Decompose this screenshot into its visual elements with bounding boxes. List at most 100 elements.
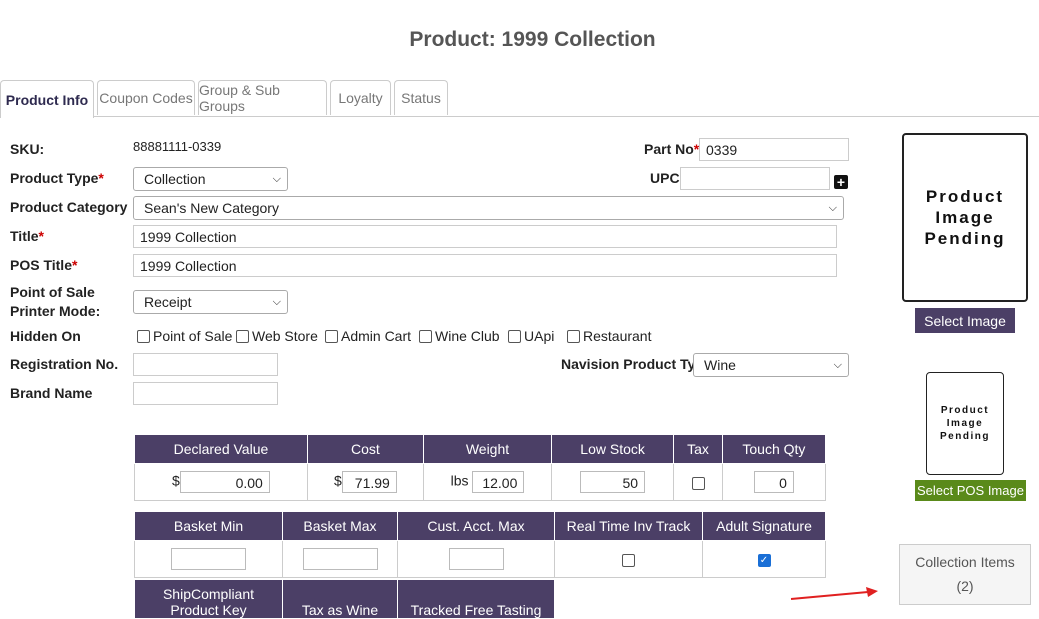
- basket-max-input[interactable]: [302, 548, 378, 570]
- select-pos-image-button[interactable]: Select POS Image: [915, 480, 1026, 501]
- part-no-label: Part No*: [644, 141, 700, 157]
- touch-qty-input[interactable]: 0: [753, 471, 794, 493]
- real-time-inv-track-cell: [554, 540, 703, 578]
- tab-loyalty[interactable]: Loyalty: [330, 80, 391, 115]
- product-category-select[interactable]: Sean's New Category ⌵: [133, 196, 844, 220]
- product-category-label: Product Category: [10, 199, 128, 215]
- registration-no-input[interactable]: [133, 353, 278, 376]
- pos-printer-mode-value: Receipt: [144, 294, 192, 310]
- hidden-on-uapi-option[interactable]: UApi: [508, 328, 554, 344]
- option-label: Web Store: [252, 328, 318, 344]
- chevron-down-icon: ⌵: [828, 201, 837, 214]
- checkbox[interactable]: [419, 329, 432, 343]
- title-input[interactable]: 1999 Collection: [133, 225, 837, 248]
- tab-group-sub-groups[interactable]: Group & Sub Groups: [198, 80, 327, 115]
- tracked-free-tasting-header: Tracked Free Tasting: [397, 579, 555, 619]
- declared-value-header: Declared Value: [134, 434, 308, 464]
- pos-title-label: POS Title*: [10, 257, 78, 273]
- stock-pricing-table: Declared Value Cost Weight Low Stock Tax…: [134, 434, 827, 501]
- cost-input[interactable]: 71.99: [341, 471, 397, 493]
- touch-qty-cell: 0: [721, 463, 827, 501]
- cust-acct-max-cell: [397, 540, 555, 578]
- basket-limits-table: Basket Min Basket Max Cust. Acct. Max Re…: [134, 511, 826, 578]
- product-type-select[interactable]: Collection ⌵: [133, 167, 288, 191]
- brand-name-label: Brand Name: [10, 385, 93, 401]
- basket-min-input[interactable]: [171, 548, 246, 570]
- low-stock-input[interactable]: 50: [580, 471, 646, 493]
- product-category-value: Sean's New Category: [144, 200, 279, 216]
- currency-label: $: [172, 472, 180, 489]
- checkbox[interactable]: [325, 329, 338, 343]
- basket-max-header: Basket Max: [282, 511, 398, 541]
- weight-cell: lbs 12.00: [423, 463, 552, 501]
- tax-header: Tax: [673, 434, 723, 464]
- cost-cell: $71.99: [306, 463, 425, 501]
- declared-value-cell: $0.00: [134, 463, 308, 501]
- cost-header: Cost: [306, 434, 425, 464]
- upc-input[interactable]: [680, 167, 830, 190]
- basket-min-cell: [134, 540, 283, 578]
- hidden-on-label: Hidden On: [10, 328, 81, 344]
- checkbox[interactable]: [137, 329, 150, 343]
- cust-acct-max-header: Cust. Acct. Max: [397, 511, 555, 541]
- product-type-label: Product Type*: [10, 170, 104, 186]
- brand-name-input[interactable]: [133, 382, 278, 405]
- pos-image-placeholder: Product Image Pending: [926, 372, 1004, 475]
- pos-printer-mode-label: Point of Sale Printer Mode:: [10, 284, 101, 319]
- navision-product-type-label: Navision Product Type: [561, 356, 712, 372]
- tax-as-wine-header: Tax as Wine: [282, 579, 398, 619]
- pos-printer-mode-select[interactable]: Receipt ⌵: [133, 290, 288, 314]
- tab-coupon-codes[interactable]: Coupon Codes: [97, 80, 195, 115]
- option-label: Restaurant: [583, 328, 652, 344]
- weight-input[interactable]: 12.00: [472, 471, 525, 493]
- page-title: Product: 1999 Collection: [409, 28, 656, 51]
- tax-cell: [673, 463, 723, 501]
- checkbox[interactable]: [236, 329, 249, 343]
- product-type-value: Collection: [144, 171, 206, 187]
- tab-bar: Product Info Coupon Codes Group & Sub Gr…: [0, 80, 1039, 118]
- tax-checkbox[interactable]: [691, 476, 705, 490]
- tab-product-info[interactable]: Product Info: [0, 80, 94, 118]
- adult-signature-checkbox[interactable]: ✓: [757, 553, 771, 567]
- adult-signature-header: Adult Signature: [702, 511, 826, 541]
- hidden-on-wine-club-option[interactable]: Wine Club: [419, 328, 500, 344]
- checkbox[interactable]: [567, 329, 580, 343]
- chevron-down-icon: ⌵: [272, 295, 281, 308]
- cust-acct-max-input[interactable]: [448, 548, 504, 570]
- collection-items-button[interactable]: Collection Items (2): [899, 544, 1031, 605]
- hidden-on-admin-cart-option[interactable]: Admin Cart: [325, 328, 411, 344]
- add-upc-plus-icon[interactable]: +: [834, 175, 848, 189]
- option-label: Point of Sale: [153, 328, 233, 344]
- red-arrow-annotation: [790, 587, 878, 600]
- pos-title-input[interactable]: 1999 Collection: [133, 254, 837, 277]
- real-time-inv-track-checkbox[interactable]: [622, 553, 635, 567]
- part-no-input[interactable]: 0339: [699, 138, 849, 161]
- currency-label: $: [334, 472, 342, 489]
- basket-min-header: Basket Min: [134, 511, 283, 541]
- hidden-on-restaurant-option[interactable]: Restaurant: [567, 328, 651, 344]
- sku-label: SKU:: [10, 141, 45, 157]
- shipcompliant-product-key-header: ShipCompliant Product Key: [134, 579, 283, 619]
- chevron-down-icon: ⌵: [833, 358, 842, 371]
- checkbox[interactable]: [508, 329, 521, 343]
- option-label: Wine Club: [435, 328, 500, 344]
- hidden-on-pos-option[interactable]: Point of Sale: [137, 328, 232, 344]
- collection-items-label: Collection Items: [915, 554, 1015, 570]
- option-label: Admin Cart: [341, 328, 412, 344]
- declared-value-input[interactable]: 0.00: [179, 471, 270, 493]
- navision-product-type-select[interactable]: Wine ⌵: [693, 353, 849, 377]
- title-label: Title*: [10, 228, 44, 244]
- sku-value: 88881111-0339: [133, 139, 222, 154]
- real-time-inv-track-header: Real Time Inv Track: [554, 511, 703, 541]
- adult-signature-cell: ✓: [702, 540, 826, 578]
- chevron-down-icon: ⌵: [272, 172, 281, 185]
- shipping-options-table: ShipCompliant Product Key Tax as Wine Tra…: [134, 579, 555, 619]
- product-image-placeholder: Product Image Pending: [902, 133, 1028, 302]
- hidden-on-web-store-option[interactable]: Web Store: [236, 328, 318, 344]
- low-stock-cell: 50: [550, 463, 675, 501]
- basket-max-cell: [282, 540, 398, 578]
- tab-status[interactable]: Status: [394, 80, 448, 115]
- select-image-button[interactable]: Select Image: [915, 308, 1015, 333]
- unit-label: lbs: [450, 472, 469, 489]
- collection-items-count: (2): [956, 578, 974, 594]
